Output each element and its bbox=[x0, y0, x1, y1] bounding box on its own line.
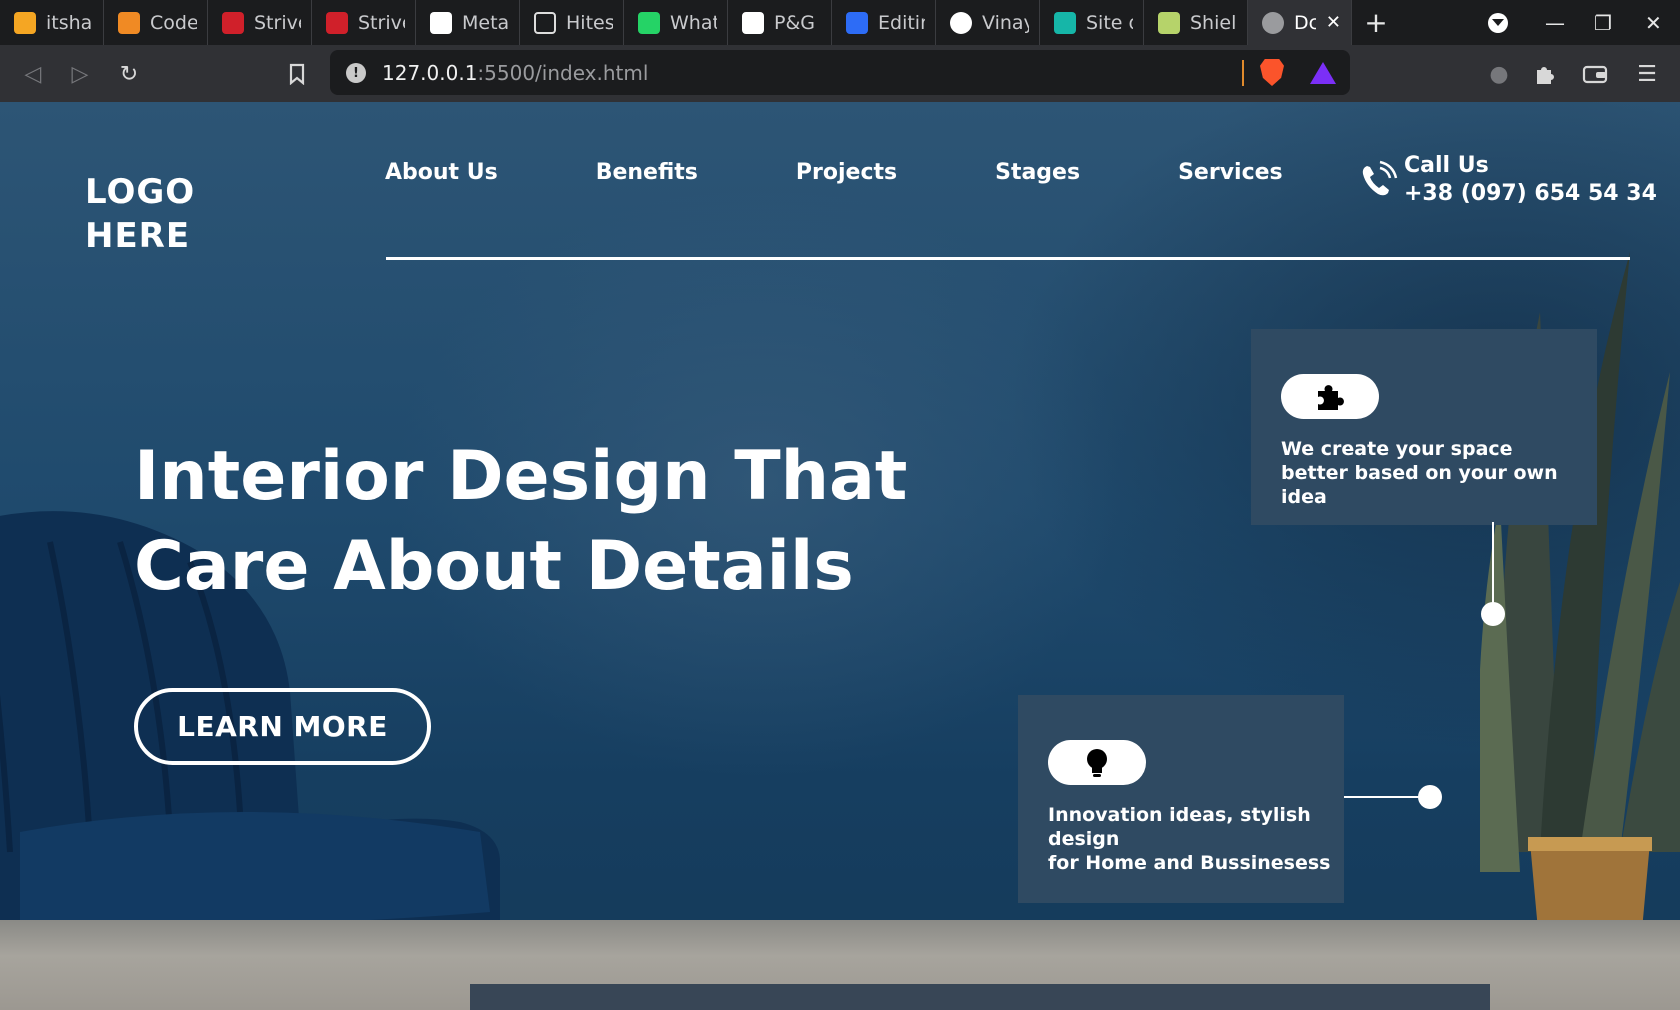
tab-title: Vinay bbox=[982, 11, 1029, 34]
site-info-icon[interactable]: ! bbox=[346, 63, 366, 83]
browser-tab[interactable]: Strive bbox=[312, 0, 416, 45]
browser-tab[interactable]: Strive bbox=[208, 0, 312, 45]
tab-title: Dc bbox=[1294, 11, 1316, 34]
logo-line-1: LOGO bbox=[85, 172, 196, 212]
connector-dot-1 bbox=[1481, 602, 1505, 626]
brave-rewards-icon[interactable] bbox=[1310, 62, 1336, 84]
browser-tab[interactable]: itshar bbox=[0, 0, 104, 45]
arrow-icon bbox=[14, 11, 36, 34]
browser-tab[interactable]: Vinay bbox=[936, 0, 1040, 45]
browser-tab[interactable]: What bbox=[624, 0, 728, 45]
code-icon bbox=[118, 11, 140, 34]
nav-stages[interactable]: Stages bbox=[995, 160, 1080, 185]
close-window-icon[interactable]: ✕ bbox=[1645, 0, 1662, 45]
nav-projects[interactable]: Projects bbox=[796, 160, 897, 185]
call-us-label: Call Us bbox=[1404, 153, 1489, 178]
tab-search-icon[interactable] bbox=[1488, 0, 1508, 45]
pg-icon bbox=[742, 11, 764, 34]
nav-services[interactable]: Services bbox=[1178, 160, 1283, 185]
learn-more-button[interactable]: LEARN MORE bbox=[134, 688, 431, 765]
tab-title: Hitesh bbox=[566, 11, 613, 34]
back-icon[interactable]: ◁ bbox=[18, 59, 48, 89]
card-innovation-text: Innovation ideas, stylish design for Hom… bbox=[1048, 803, 1338, 875]
tab-title: P&G F bbox=[774, 11, 821, 34]
square-icon bbox=[534, 11, 556, 34]
tuf-icon bbox=[326, 11, 348, 34]
globe-icon bbox=[1262, 11, 1284, 34]
tab-list: itshar Code Strive Strive Meta Hitesh What P&G … bbox=[0, 0, 1352, 45]
browser-tab[interactable]: P&G F bbox=[728, 0, 832, 45]
grid-icon bbox=[430, 11, 452, 34]
feature-card-idea: We create your space better based on you… bbox=[1251, 329, 1597, 525]
logo-line-2: HERE bbox=[85, 216, 191, 256]
browser-tab[interactable]: Hitesh bbox=[520, 0, 624, 45]
browser-tab[interactable]: Shield bbox=[1144, 0, 1248, 45]
shield-icon bbox=[1158, 11, 1180, 34]
phone-number[interactable]: +38 (097) 654 54 34 bbox=[1404, 180, 1657, 208]
nav-about-us[interactable]: About Us bbox=[385, 160, 498, 185]
minimize-icon[interactable]: — bbox=[1545, 0, 1565, 45]
close-tab-icon[interactable]: ✕ bbox=[1326, 12, 1341, 33]
rug bbox=[470, 984, 1490, 1010]
diamond-icon bbox=[1054, 11, 1076, 34]
puzzle-icon bbox=[1281, 374, 1379, 419]
new-tab-button[interactable]: + bbox=[1352, 6, 1400, 39]
restore-icon[interactable]: ❐ bbox=[1594, 0, 1612, 45]
browser-toolbar: ◁ ▷ ↻ ! 127.0.0.1:5500/index.html ● ☰ bbox=[0, 45, 1680, 102]
main-nav: About Us Benefits Projects Stages Servic… bbox=[385, 160, 1283, 185]
tab-title: Code bbox=[150, 11, 197, 34]
connector-dot-2 bbox=[1418, 785, 1442, 809]
browser-tab[interactable]: Dc ✕ bbox=[1248, 0, 1352, 45]
tab-title: What bbox=[670, 11, 717, 34]
bookmark-icon[interactable] bbox=[282, 59, 312, 89]
tab-title: Shield bbox=[1190, 11, 1237, 34]
feature-card-innovation: Innovation ideas, stylish design for Hom… bbox=[1018, 695, 1344, 903]
forward-icon[interactable]: ▷ bbox=[65, 59, 95, 89]
divider bbox=[1242, 60, 1244, 86]
card-innovation-line-1: Innovation ideas, stylish design bbox=[1048, 804, 1311, 850]
reload-icon[interactable]: ↻ bbox=[114, 59, 144, 89]
menu-icon[interactable]: ☰ bbox=[1632, 59, 1662, 89]
hero-title-line-2: Care About Details bbox=[134, 527, 854, 606]
tab-title: Strive bbox=[254, 11, 301, 34]
brave-shields-icon[interactable] bbox=[1260, 59, 1284, 86]
extensions-icon[interactable] bbox=[1530, 59, 1560, 89]
nav-underline bbox=[386, 257, 1630, 260]
lightbulb-icon bbox=[1048, 740, 1146, 785]
tuf-icon bbox=[222, 11, 244, 34]
tab-title: Strive bbox=[358, 11, 405, 34]
card-innovation-line-2: for Home and Bussinesess bbox=[1048, 852, 1331, 874]
browser-tab-strip: itshar Code Strive Strive Meta Hitesh What P&G … bbox=[0, 0, 1680, 45]
whatsapp-icon bbox=[638, 11, 660, 34]
tab-title: Site o bbox=[1086, 11, 1133, 34]
web-page: LOGO HERE About Us Benefits Projects Sta… bbox=[0, 102, 1680, 1010]
tab-title: itshar bbox=[46, 11, 93, 34]
tab-title: Meta bbox=[462, 11, 509, 34]
github-icon bbox=[950, 11, 972, 34]
site-logo[interactable]: LOGO HERE bbox=[85, 170, 195, 258]
wallet-icon[interactable] bbox=[1580, 59, 1610, 89]
extension-dot-icon[interactable]: ● bbox=[1484, 59, 1514, 89]
browser-tab[interactable]: Code bbox=[104, 0, 208, 45]
url-text[interactable]: 127.0.0.1:5500/index.html bbox=[382, 61, 648, 85]
connector-line-1 bbox=[1492, 522, 1494, 614]
browser-tab[interactable]: Editin bbox=[832, 0, 936, 45]
browser-tab[interactable]: Meta bbox=[416, 0, 520, 45]
hero-title-line-1: Interior Design That bbox=[134, 437, 908, 516]
nav-benefits[interactable]: Benefits bbox=[596, 160, 698, 185]
address-bar[interactable]: ! 127.0.0.1:5500/index.html bbox=[330, 50, 1350, 95]
hero-title: Interior Design That Care About Details bbox=[134, 432, 954, 612]
tab-title: Editin bbox=[878, 11, 925, 34]
browser-tab[interactable]: Site o bbox=[1040, 0, 1144, 45]
card-idea-text: We create your space better based on you… bbox=[1281, 438, 1558, 508]
edit-icon bbox=[846, 11, 868, 34]
phone-icon bbox=[1362, 160, 1398, 196]
